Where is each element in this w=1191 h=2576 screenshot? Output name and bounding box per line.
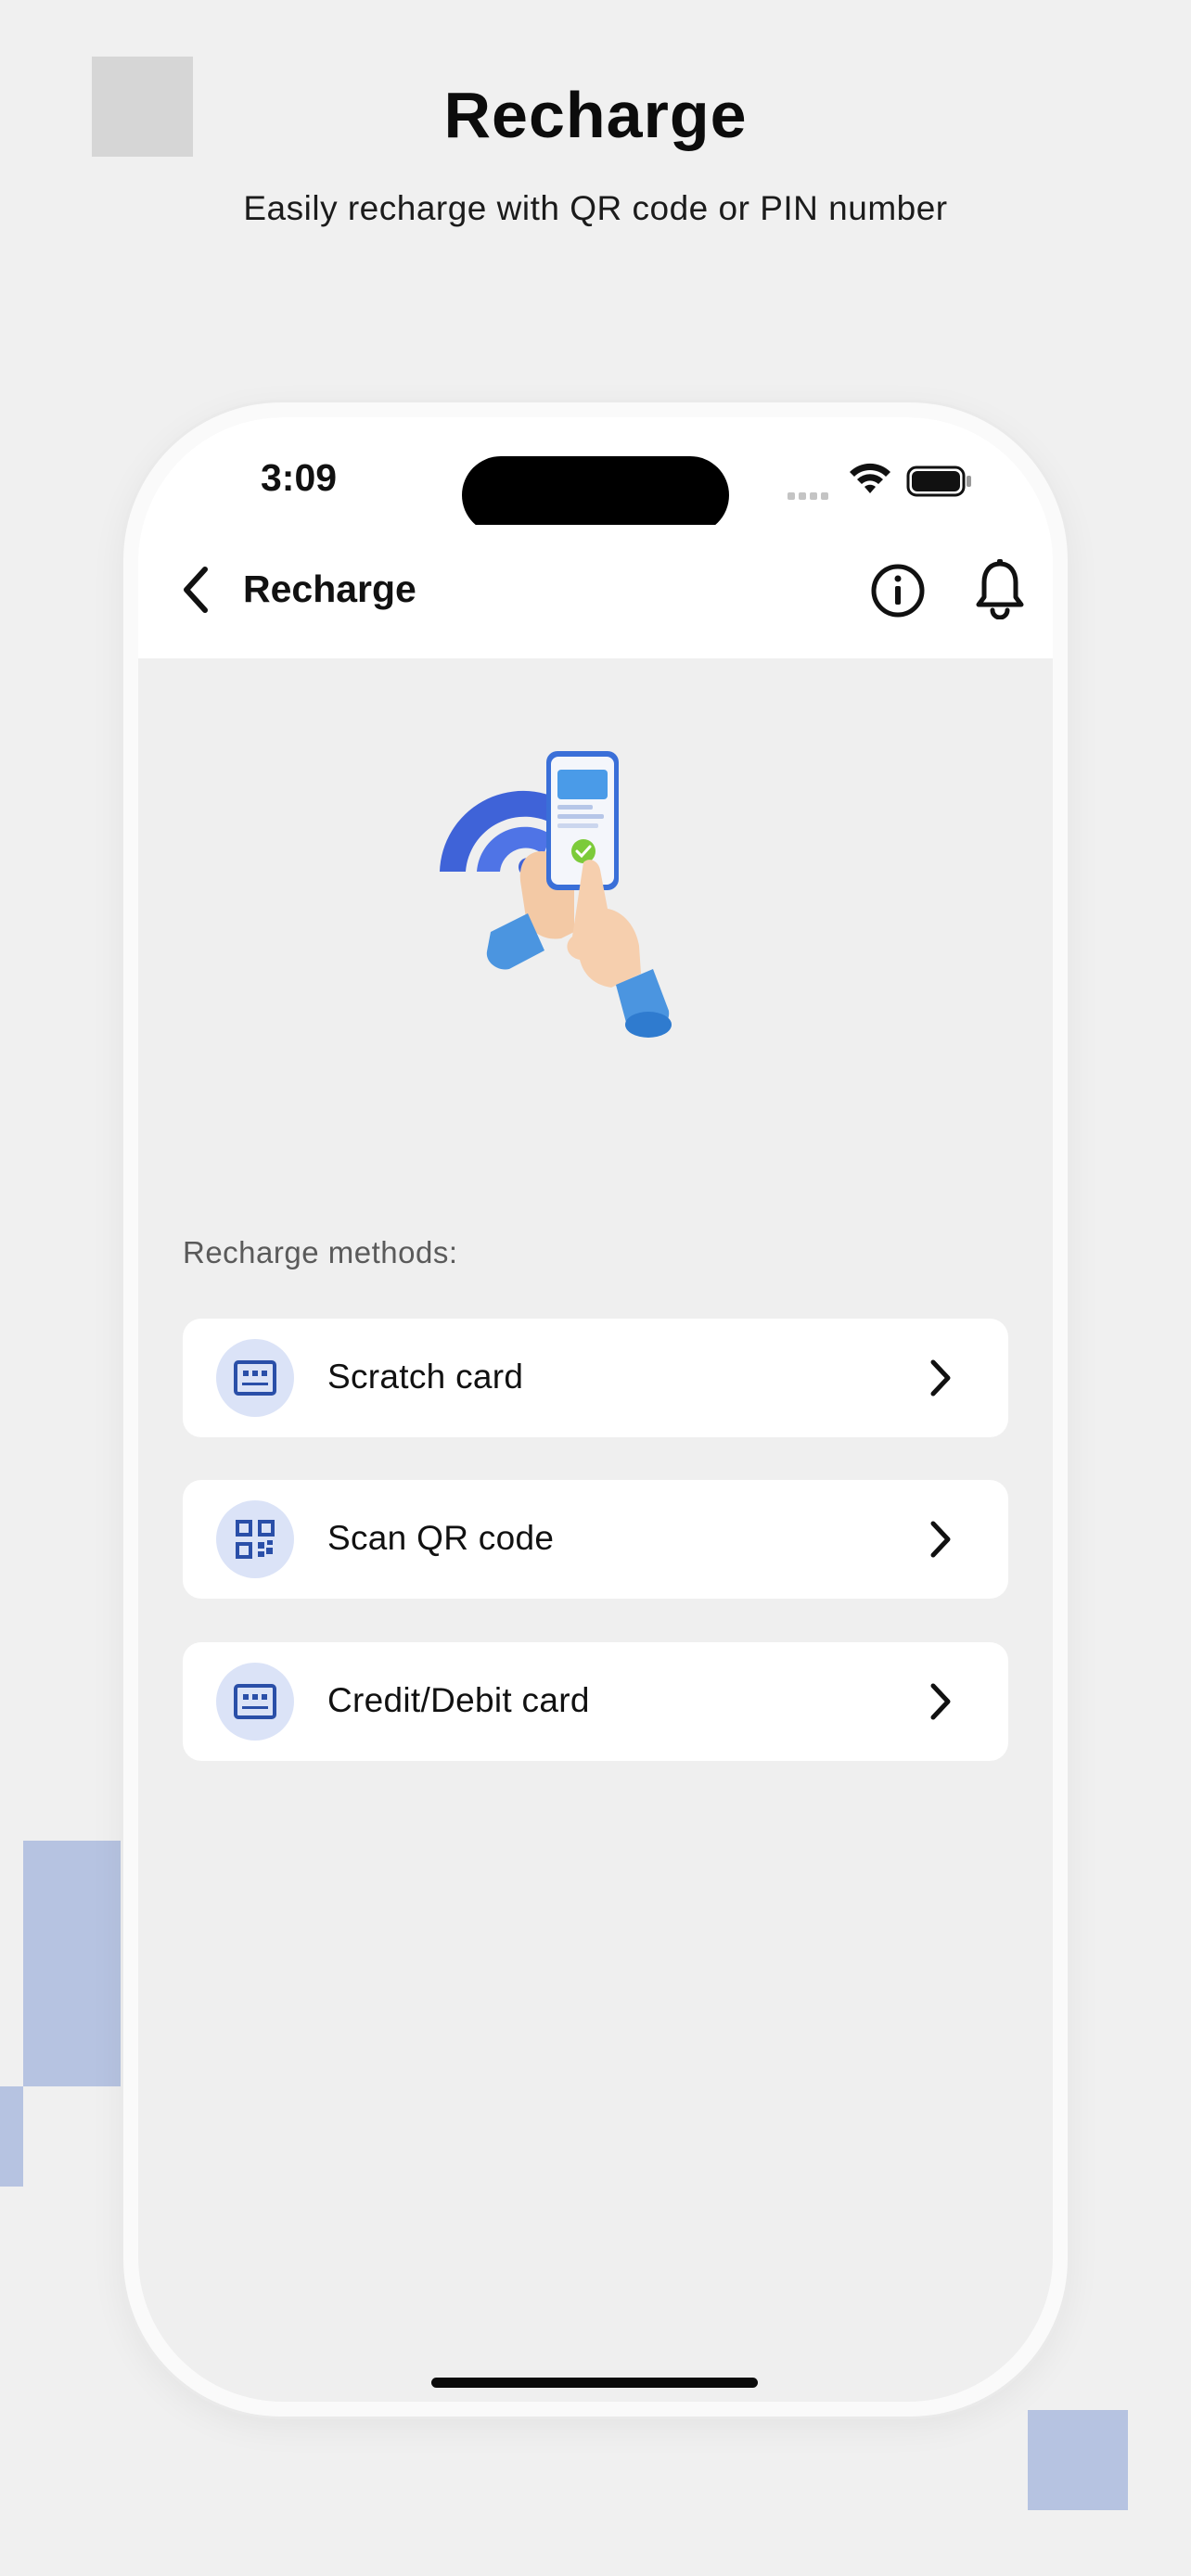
method-credit-debit-card[interactable]: Credit/Debit card (183, 1642, 1008, 1761)
page-title: Recharge (243, 567, 416, 610)
method-scan-qr-code[interactable]: Scan QR code (183, 1480, 1008, 1599)
notification-bell-icon[interactable] (971, 558, 1029, 619)
status-icons (788, 460, 1029, 506)
method-scratch-card[interactable]: Scratch card (183, 1319, 1008, 1437)
decor-square-blue (1028, 2410, 1128, 2510)
decor-rect-blue (23, 1841, 124, 2086)
info-icon[interactable] (869, 562, 927, 619)
method-label: Scratch card (327, 1358, 524, 1396)
chevron-right-icon (930, 1521, 951, 1558)
recharge-methods-label: Recharge methods: (183, 1235, 458, 1269)
top-navigation-bar: Recharge (138, 525, 1053, 658)
promo-subtitle: Easily recharge with QR code or PIN numb… (243, 189, 948, 227)
home-indicator[interactable] (431, 2378, 758, 2388)
method-label: Credit/Debit card (327, 1681, 590, 1719)
chevron-right-icon (930, 1683, 951, 1720)
promo-title: Recharge (443, 79, 748, 151)
back-arrow-icon[interactable] (173, 562, 220, 618)
qr-code-icon (216, 1500, 294, 1578)
phone-frame: 3:09 Recharge Recharge methods: Scratch … (123, 402, 1068, 2417)
wifi-icon (850, 463, 890, 493)
decor-rect-blue-small (0, 2086, 23, 2187)
method-label: Scan QR code (327, 1519, 555, 1557)
status-time: 3:09 (261, 456, 338, 499)
signal-icon (788, 488, 832, 504)
chevron-right-icon (930, 1359, 951, 1396)
dynamic-island (462, 456, 729, 534)
scratch-card-icon (216, 1339, 294, 1417)
card-icon (216, 1663, 294, 1741)
battery-icon (906, 465, 971, 497)
phone-screen: 3:09 Recharge Recharge methods: Scratch … (138, 417, 1053, 2402)
recharge-illustration (440, 751, 672, 1038)
